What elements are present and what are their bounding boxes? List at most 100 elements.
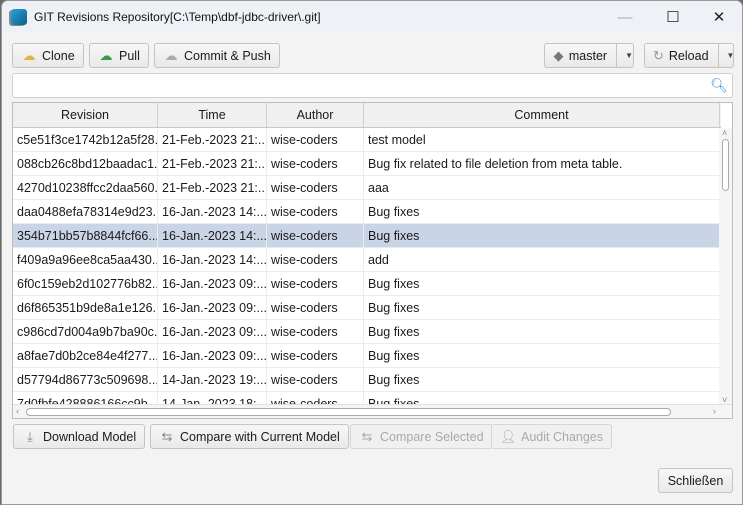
table-row[interactable]: 088cb26c8bd12baadac1... 21-Feb.-2023 21:.… [13,152,720,176]
column-header-time[interactable]: Time [158,103,267,127]
cell-author: wise-coders [267,296,364,319]
commit-push-button[interactable]: ☁ Commit & Push [154,43,280,68]
clone-button[interactable]: ☁ Clone [12,43,84,68]
cell-revision: c986cd7d004a9b7ba90c... [13,320,158,343]
table-row[interactable]: c986cd7d004a9b7ba90c... 16-Jan.-2023 09:.… [13,320,720,344]
table-body: c5e51f3ce1742b12a5f28... 21-Feb.-2023 21:… [13,128,720,405]
vertical-scroll-thumb[interactable] [722,139,729,191]
cell-revision: 088cb26c8bd12baadac1... [13,152,158,175]
cell-author: wise-coders [267,344,364,367]
cell-comment: Bug fixes [364,296,720,319]
cell-author: wise-coders [267,368,364,391]
vertical-scrollbar[interactable]: ˄ ˅ [719,128,732,405]
cell-comment: Bug fixes [364,368,720,391]
cell-revision: daa0488efa78314e9d23... [13,200,158,223]
close-window-button[interactable]: ✕ [696,1,742,33]
chevron-down-icon[interactable]: ▼ [616,44,633,67]
scroll-up-icon[interactable]: ˄ [722,128,727,138]
table-row[interactable]: 354b71bb57b8844fcf66... 16-Jan.-2023 14:.… [13,224,720,248]
download-label: Download Model [43,429,137,444]
user-icon: 👤︎ [500,428,517,444]
clone-label: Clone [42,48,75,63]
git-branch-icon: ◆ [553,47,564,63]
cell-revision: d57794d86773c509698... [13,368,158,391]
scroll-left-icon[interactable]: ‹ [16,406,19,416]
cell-comment: add [364,248,720,271]
cell-revision: d6f865351b9de8a1e126... [13,296,158,319]
table-row[interactable]: d6f865351b9de8a1e126... 16-Jan.-2023 09:.… [13,296,720,320]
table-row[interactable]: a8fae7d0b2ce84e4f277... 16-Jan.-2023 09:.… [13,344,720,368]
download-model-button[interactable]: ⤓ Download Model [13,424,146,449]
cell-time: 14-Jan.-2023 19:... [158,368,267,391]
compare-selected-label: Compare Selected [380,429,484,444]
app-icon [11,9,27,25]
horizontal-scrollbar[interactable]: ‹ › [13,404,732,418]
cell-time: 16-Jan.-2023 09:... [158,272,267,295]
cell-revision: f409a9a96ee8ca5aa430... [13,248,158,271]
compare-arrows-icon: ⇆ [361,428,373,444]
cell-revision: a8fae7d0b2ce84e4f277... [13,344,158,367]
reload-label: Reload [668,48,709,63]
search-icon[interactable]: 🔍︎ [710,77,728,94]
cell-comment: test model [364,128,720,151]
cell-author: wise-coders [267,272,364,295]
cell-author: wise-coders [267,176,364,199]
minimize-button[interactable]: — [602,1,648,33]
cell-comment: Bug fixes [364,224,720,247]
cell-revision: c5e51f3ce1742b12a5f28... [13,128,158,151]
cell-comment: Bug fix related to file deletion from me… [364,152,720,175]
cell-revision: 354b71bb57b8844fcf66... [13,224,158,247]
cell-revision: 6f0c159eb2d102776b82... [13,272,158,295]
compare-current-button[interactable]: ⇆ Compare with Current Model [150,424,349,449]
cell-time: 16-Jan.-2023 09:... [158,296,267,319]
branch-dropdown[interactable]: ◆ master ▼ [544,43,634,68]
horizontal-scroll-thumb[interactable] [26,408,671,416]
revisions-table: Revision Time Author Comment c5e51f3ce17… [12,102,733,419]
table-header: Revision Time Author Comment [13,103,721,128]
pull-button[interactable]: ☁ Pull [89,43,149,68]
table-row[interactable]: d57794d86773c509698... 14-Jan.-2023 19:..… [13,368,720,392]
cell-author: wise-coders [267,200,364,223]
cell-time: 21-Feb.-2023 21:... [158,152,267,175]
branch-label: master [568,48,608,63]
cloud-upload-icon: ☁ [164,47,178,63]
cell-comment: Bug fixes [364,320,720,343]
column-header-author[interactable]: Author [267,103,364,127]
cell-time: 16-Jan.-2023 09:... [158,344,267,367]
compare-arrows-icon: ⇆ [161,428,173,444]
table-row[interactable]: f409a9a96ee8ca5aa430... 16-Jan.-2023 14:.… [13,248,720,272]
cell-author: wise-coders [267,248,364,271]
column-header-comment[interactable]: Comment [364,103,720,127]
cell-author: wise-coders [267,152,364,175]
table-row[interactable]: 6f0c159eb2d102776b82... 16-Jan.-2023 09:.… [13,272,720,296]
search-input[interactable] [17,74,707,96]
schliessen-button[interactable]: Schließen [658,468,733,493]
chevron-down-icon[interactable]: ▼ [717,44,734,67]
maximize-button[interactable]: ☐ [650,1,696,33]
table-row[interactable]: 4270d10238ffcc2daa560... 21-Feb.-2023 21:… [13,176,720,200]
cell-time: 16-Jan.-2023 14:... [158,224,267,247]
commit-push-label: Commit & Push [184,48,271,63]
cell-revision: 4270d10238ffcc2daa560... [13,176,158,199]
cell-time: 16-Jan.-2023 14:... [158,248,267,271]
table-row[interactable]: daa0488efa78314e9d23... 16-Jan.-2023 14:.… [13,200,720,224]
cell-time: 16-Jan.-2023 09:... [158,320,267,343]
compare-selected-button[interactable]: ⇆ Compare Selected [350,424,493,449]
cell-time: 21-Feb.-2023 21:... [158,176,267,199]
title-bar: GIT Revisions Repository[C:\Temp\dbf-jdb… [2,1,742,33]
search-field[interactable]: 🔍︎ [12,73,733,98]
cloud-download-icon: ☁ [99,47,113,63]
audit-label: Audit Changes [521,429,604,444]
cell-comment: Bug fixes [364,200,720,223]
scroll-right-icon[interactable]: › [713,406,716,416]
cell-time: 21-Feb.-2023 21:... [158,128,267,151]
reload-button[interactable]: ↻ Reload ▼ [644,43,734,68]
cell-comment: aaa [364,176,720,199]
window-title: GIT Revisions Repository[C:\Temp\dbf-jdb… [34,10,321,24]
audit-changes-button[interactable]: 👤︎ Audit Changes [491,424,613,449]
column-header-revision[interactable]: Revision [13,103,158,127]
cell-author: wise-coders [267,320,364,343]
cell-author: wise-coders [267,128,364,151]
cell-author: wise-coders [267,224,364,247]
table-row[interactable]: c5e51f3ce1742b12a5f28... 21-Feb.-2023 21:… [13,128,720,152]
